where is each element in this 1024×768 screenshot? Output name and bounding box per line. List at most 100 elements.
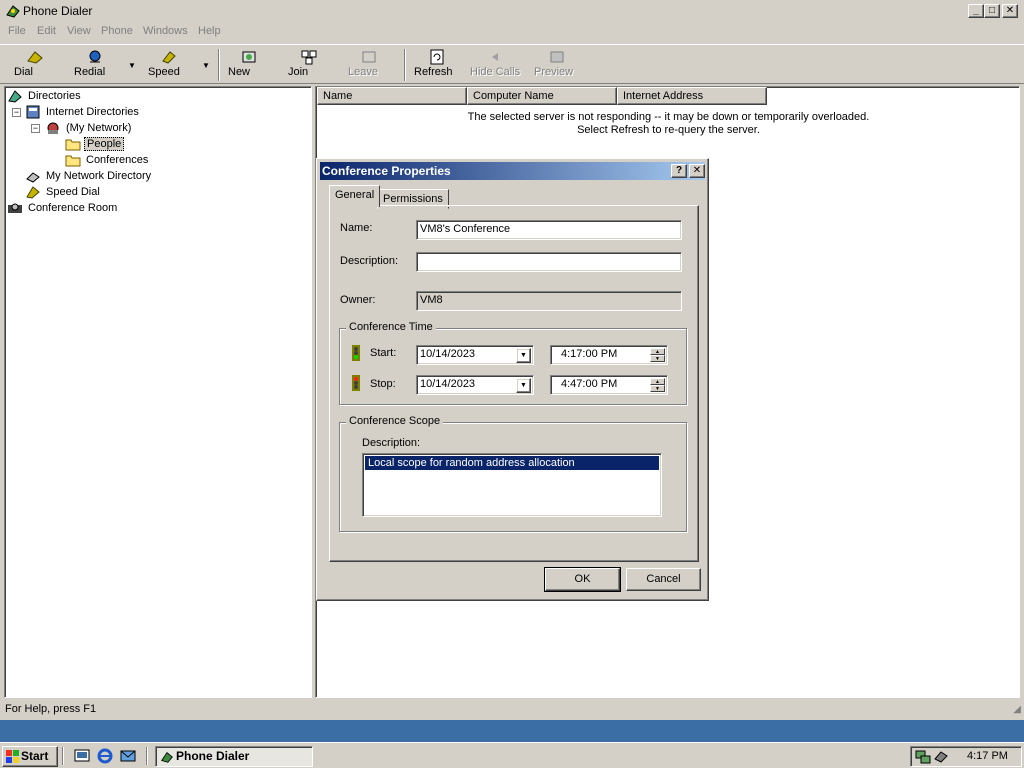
stop-label: Stop: bbox=[370, 378, 396, 390]
close-button[interactable]: ✕ bbox=[1002, 4, 1018, 18]
owner-label: Owner: bbox=[340, 294, 376, 306]
start-time-spinner[interactable]: ▲ ▼ bbox=[650, 348, 665, 363]
column-header-internet-address[interactable]: Internet Address bbox=[617, 87, 767, 105]
window-title: Phone Dialer bbox=[23, 4, 93, 18]
tree-item-directories[interactable]: Directories bbox=[7, 88, 83, 104]
dial-button[interactable]: Dial bbox=[14, 47, 56, 83]
description-input[interactable] bbox=[416, 252, 682, 272]
tree-item-people[interactable]: People bbox=[65, 136, 125, 152]
name-input[interactable]: VM8's Conference bbox=[416, 220, 682, 240]
network-icon bbox=[47, 122, 59, 135]
menu-help[interactable]: Help bbox=[198, 25, 221, 37]
leave-button[interactable]: Leave bbox=[348, 47, 390, 83]
collapse-icon[interactable]: − bbox=[31, 124, 40, 133]
phone-tray-icon[interactable] bbox=[933, 749, 949, 764]
outlook-express-icon[interactable] bbox=[119, 747, 137, 765]
ok-button[interactable]: OK bbox=[544, 567, 621, 592]
scope-listbox[interactable]: Local scope for random address allocatio… bbox=[362, 453, 662, 517]
speed-dial-icon bbox=[26, 186, 40, 199]
tree-item-internet-directories[interactable]: Internet Directories bbox=[25, 104, 141, 120]
hide-calls-icon bbox=[492, 53, 498, 61]
taskbar-item-phone-dialer[interactable]: Phone Dialer bbox=[155, 746, 313, 767]
preview-button[interactable]: Preview bbox=[534, 47, 580, 83]
description-label: Description: bbox=[340, 255, 399, 267]
status-text: For Help, press F1 bbox=[5, 703, 97, 715]
spin-up-icon[interactable]: ▲ bbox=[650, 348, 665, 355]
windows-logo-icon bbox=[6, 750, 19, 763]
join-icon bbox=[301, 50, 317, 65]
stop-traffic-light-icon bbox=[352, 375, 360, 391]
redial-dropdown-icon[interactable]: ▼ bbox=[128, 61, 136, 70]
start-label: Start: bbox=[370, 347, 397, 359]
internet-explorer-icon[interactable] bbox=[96, 747, 114, 765]
start-date-picker[interactable]: 10/14/2023 ▼ bbox=[416, 345, 534, 365]
stop-date-picker[interactable]: 10/14/2023 ▼ bbox=[416, 375, 534, 395]
dialog-close-button[interactable]: ✕ bbox=[689, 164, 705, 178]
scope-description-label: Description: bbox=[362, 437, 421, 449]
menu-file[interactable]: File bbox=[8, 25, 26, 37]
spin-up-icon[interactable]: ▲ bbox=[650, 378, 665, 385]
start-label: Start bbox=[21, 749, 49, 763]
conference-time-group: Conference Time Start: 10/14/2023 ▼ 4:17… bbox=[339, 321, 687, 405]
refresh-button[interactable]: Refresh bbox=[414, 47, 460, 83]
dialog-title-bar[interactable]: Conference Properties ? ✕ bbox=[320, 162, 705, 180]
directory-tree[interactable]: Directories − Internet Directories − (My… bbox=[4, 86, 312, 698]
speed-button[interactable]: Speed bbox=[148, 47, 190, 83]
phone-dialer-app-icon bbox=[161, 751, 173, 763]
stop-date-dropdown-icon[interactable]: ▼ bbox=[516, 378, 531, 393]
refresh-icon bbox=[430, 49, 444, 65]
hide-calls-button[interactable]: Hide Calls bbox=[470, 47, 524, 83]
join-button[interactable]: Join bbox=[288, 47, 330, 83]
server-error-message: The selected server is not responding --… bbox=[467, 111, 870, 123]
taskbar-item-label: Phone Dialer bbox=[176, 749, 250, 763]
redial-icon bbox=[89, 50, 101, 63]
stop-time-value: 4:47:00 PM bbox=[561, 378, 618, 390]
tab-general[interactable]: General bbox=[329, 185, 381, 207]
tree-item-my-network[interactable]: (My Network) bbox=[45, 120, 133, 136]
network-directory-icon bbox=[26, 172, 40, 183]
speed-dropdown-icon[interactable]: ▼ bbox=[202, 61, 210, 70]
server-error-hint: Select Refresh to re-query the server. bbox=[577, 124, 760, 136]
show-desktop-icon[interactable] bbox=[73, 747, 91, 765]
dial-icon bbox=[27, 51, 43, 64]
tree-item-conference-room[interactable]: Conference Room bbox=[7, 200, 119, 216]
menu-windows[interactable]: Windows bbox=[143, 25, 188, 37]
resize-grip-icon[interactable]: ◢ bbox=[1013, 704, 1021, 715]
redial-button[interactable]: Redial bbox=[74, 47, 116, 83]
spin-down-icon[interactable]: ▼ bbox=[650, 385, 665, 392]
menu-bar: File Edit View Phone Windows Help bbox=[0, 22, 1024, 42]
start-button[interactable]: Start bbox=[2, 746, 58, 767]
menu-phone[interactable]: Phone bbox=[101, 25, 133, 37]
minimize-button[interactable]: _ bbox=[968, 4, 984, 18]
stop-time-input[interactable]: 4:47:00 PM ▲ ▼ bbox=[550, 375, 668, 395]
system-tray: 4:17 PM bbox=[910, 746, 1022, 767]
tree-item-my-network-directory[interactable]: My Network Directory bbox=[25, 168, 153, 184]
start-traffic-light-icon bbox=[352, 345, 360, 361]
menu-edit[interactable]: Edit bbox=[37, 25, 56, 37]
column-header-computer-name[interactable]: Computer Name bbox=[467, 87, 617, 105]
status-bar: For Help, press F1 ◢ bbox=[0, 700, 1024, 718]
toolbar-separator bbox=[218, 49, 220, 81]
tree-item-speed-dial[interactable]: Speed Dial bbox=[25, 184, 102, 200]
cancel-button[interactable]: Cancel bbox=[626, 568, 701, 591]
collapse-icon[interactable]: − bbox=[12, 108, 21, 117]
tree-item-conferences[interactable]: Conferences bbox=[65, 152, 150, 168]
general-tab-panel: Name: VM8's Conference Description: Owne… bbox=[329, 205, 699, 562]
spin-down-icon[interactable]: ▼ bbox=[650, 355, 665, 362]
scope-list-item[interactable]: Local scope for random address allocatio… bbox=[365, 456, 659, 470]
desktop-background bbox=[0, 720, 1024, 742]
clock[interactable]: 4:17 PM bbox=[967, 750, 1008, 762]
name-label: Name: bbox=[340, 222, 373, 234]
new-button[interactable]: New bbox=[228, 47, 270, 83]
folder-open-icon bbox=[65, 139, 81, 151]
menu-view[interactable]: View bbox=[67, 25, 91, 37]
maximize-button[interactable]: □ bbox=[984, 4, 1000, 18]
title-bar[interactable]: Phone Dialer _ □ ✕ bbox=[0, 0, 1024, 22]
column-header-name[interactable]: Name bbox=[317, 87, 467, 105]
network-tray-icon[interactable] bbox=[915, 749, 931, 764]
help-button[interactable]: ? bbox=[671, 164, 687, 178]
conference-scope-group: Conference Scope Description: Local scop… bbox=[339, 415, 687, 532]
start-date-dropdown-icon[interactable]: ▼ bbox=[516, 348, 531, 363]
stop-time-spinner[interactable]: ▲ ▼ bbox=[650, 378, 665, 393]
start-time-input[interactable]: 4:17:00 PM ▲ ▼ bbox=[550, 345, 668, 365]
